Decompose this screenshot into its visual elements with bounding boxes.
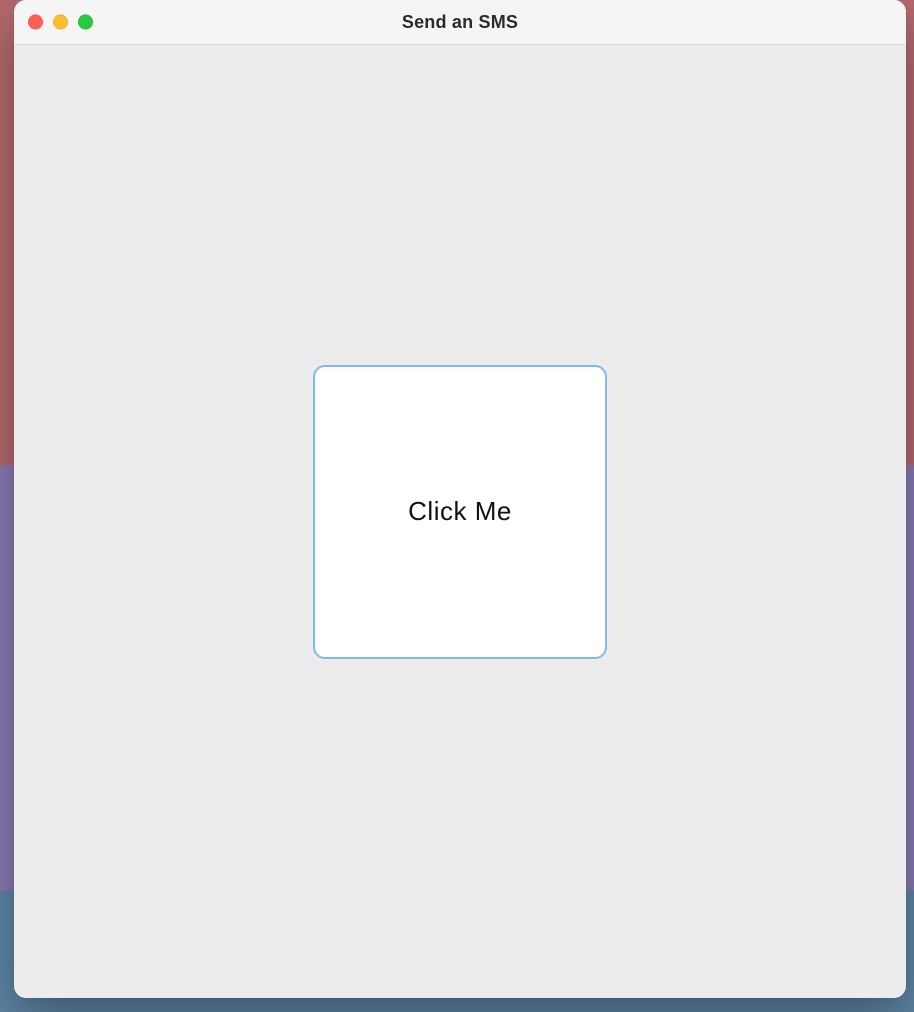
window-content: Click Me bbox=[14, 45, 906, 998]
zoom-icon[interactable] bbox=[78, 15, 93, 30]
desktop-background: Send an SMS Click Me bbox=[0, 0, 914, 1012]
click-me-button[interactable]: Click Me bbox=[313, 365, 607, 659]
app-window: Send an SMS Click Me bbox=[14, 0, 906, 998]
close-icon[interactable] bbox=[28, 15, 43, 30]
minimize-icon[interactable] bbox=[53, 15, 68, 30]
traffic-lights bbox=[28, 15, 93, 30]
click-me-button-label: Click Me bbox=[408, 496, 512, 527]
window-title: Send an SMS bbox=[402, 12, 518, 33]
titlebar: Send an SMS bbox=[14, 0, 906, 45]
